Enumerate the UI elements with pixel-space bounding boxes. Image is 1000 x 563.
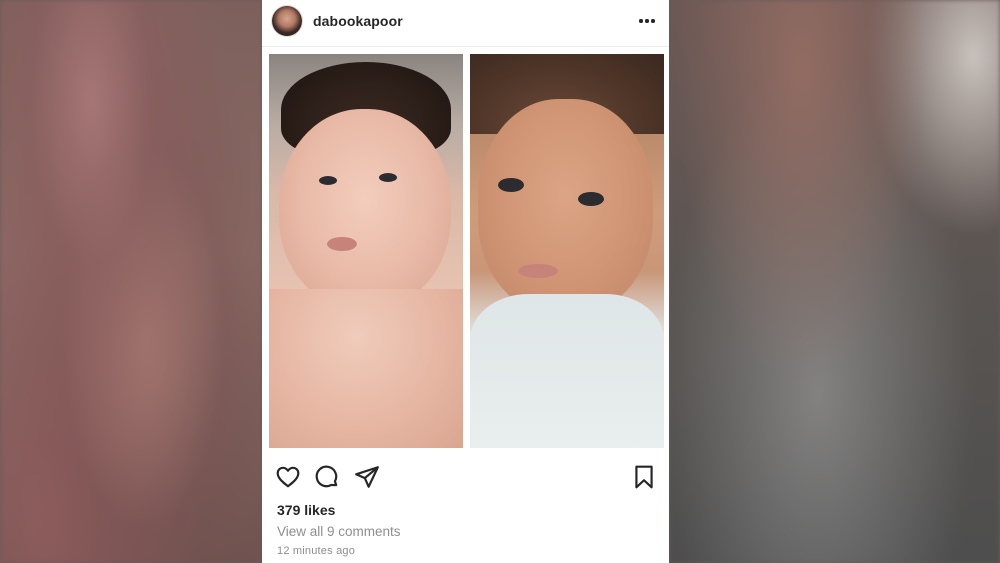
instagram-post-card: dabookapoor 379 likes View all 9 comment… bbox=[262, 0, 669, 563]
comment-icon[interactable] bbox=[313, 463, 341, 491]
bookmark-icon[interactable] bbox=[630, 463, 658, 491]
username[interactable]: dabookapoor bbox=[313, 13, 403, 29]
post-timestamp: 12 minutes ago bbox=[277, 545, 356, 557]
more-options-icon[interactable] bbox=[636, 13, 658, 29]
blurred-background-right bbox=[669, 0, 1000, 563]
likes-count[interactable]: 379 likes bbox=[277, 502, 335, 518]
blurred-background-left bbox=[0, 0, 262, 563]
post-photo-left bbox=[269, 54, 463, 448]
paper-plane-icon[interactable] bbox=[353, 463, 381, 491]
post-photo-right bbox=[470, 54, 664, 448]
post-header: dabookapoor bbox=[262, 0, 669, 47]
avatar[interactable] bbox=[272, 6, 302, 36]
heart-icon[interactable] bbox=[274, 463, 302, 491]
view-comments-link[interactable]: View all 9 comments bbox=[277, 524, 401, 539]
post-actions-bar bbox=[262, 463, 669, 493]
